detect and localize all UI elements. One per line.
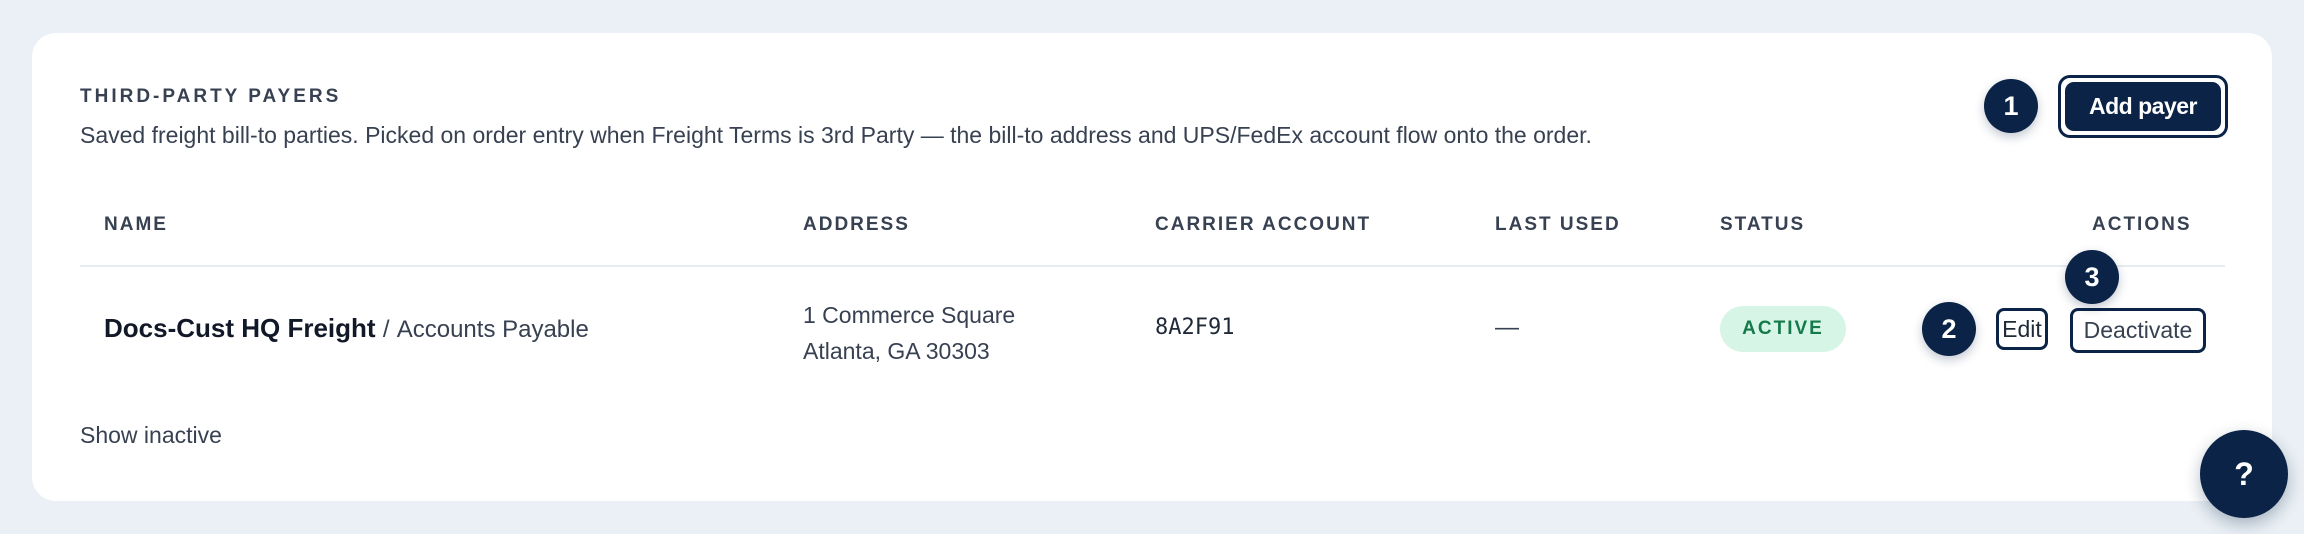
column-header-carrier-account: CARRIER ACCOUNT (1155, 214, 1372, 235)
last-used-value: — (1495, 314, 1519, 341)
add-payer-label: Add payer (2065, 82, 2221, 131)
add-payer-button[interactable]: Add payer (2058, 75, 2228, 138)
section-description: Saved freight bill-to parties. Picked on… (80, 122, 1592, 148)
payer-name-cell: Docs-Cust HQ Freight / Accounts Payable (104, 313, 589, 344)
annotation-badge-1: 1 (1984, 79, 2038, 133)
edit-button[interactable]: Edit (1996, 308, 2048, 350)
third-party-payers-card (32, 33, 2272, 501)
status-badge: ACTIVE (1720, 306, 1846, 352)
column-header-actions: ACTIONS (2092, 214, 2192, 235)
payer-name: Docs-Cust HQ Freight (104, 313, 376, 343)
table-header-divider (80, 265, 2225, 267)
address-line-2: Atlanta, GA 30303 (803, 338, 990, 364)
annotation-badge-3: 3 (2065, 250, 2119, 304)
show-inactive-link[interactable]: Show inactive (80, 422, 222, 449)
section-title: THIRD-PARTY PAYERS (80, 86, 342, 107)
carrier-account-value: 8A2F91 (1155, 315, 1235, 340)
column-header-status: STATUS (1720, 214, 1806, 235)
payer-name-separator: / (382, 316, 390, 343)
payer-address-cell: 1 Commerce Square Atlanta, GA 30303 (803, 297, 1015, 369)
address-line-1: 1 Commerce Square (803, 302, 1016, 328)
column-header-last-used: LAST USED (1495, 214, 1621, 235)
help-button[interactable]: ? (2200, 430, 2288, 518)
column-header-name: NAME (104, 214, 168, 235)
column-header-address: ADDRESS (803, 214, 910, 235)
annotation-badge-2: 2 (1922, 302, 1976, 356)
deactivate-button[interactable]: Deactivate (2070, 308, 2206, 353)
payer-contact: Accounts Payable (396, 316, 589, 343)
